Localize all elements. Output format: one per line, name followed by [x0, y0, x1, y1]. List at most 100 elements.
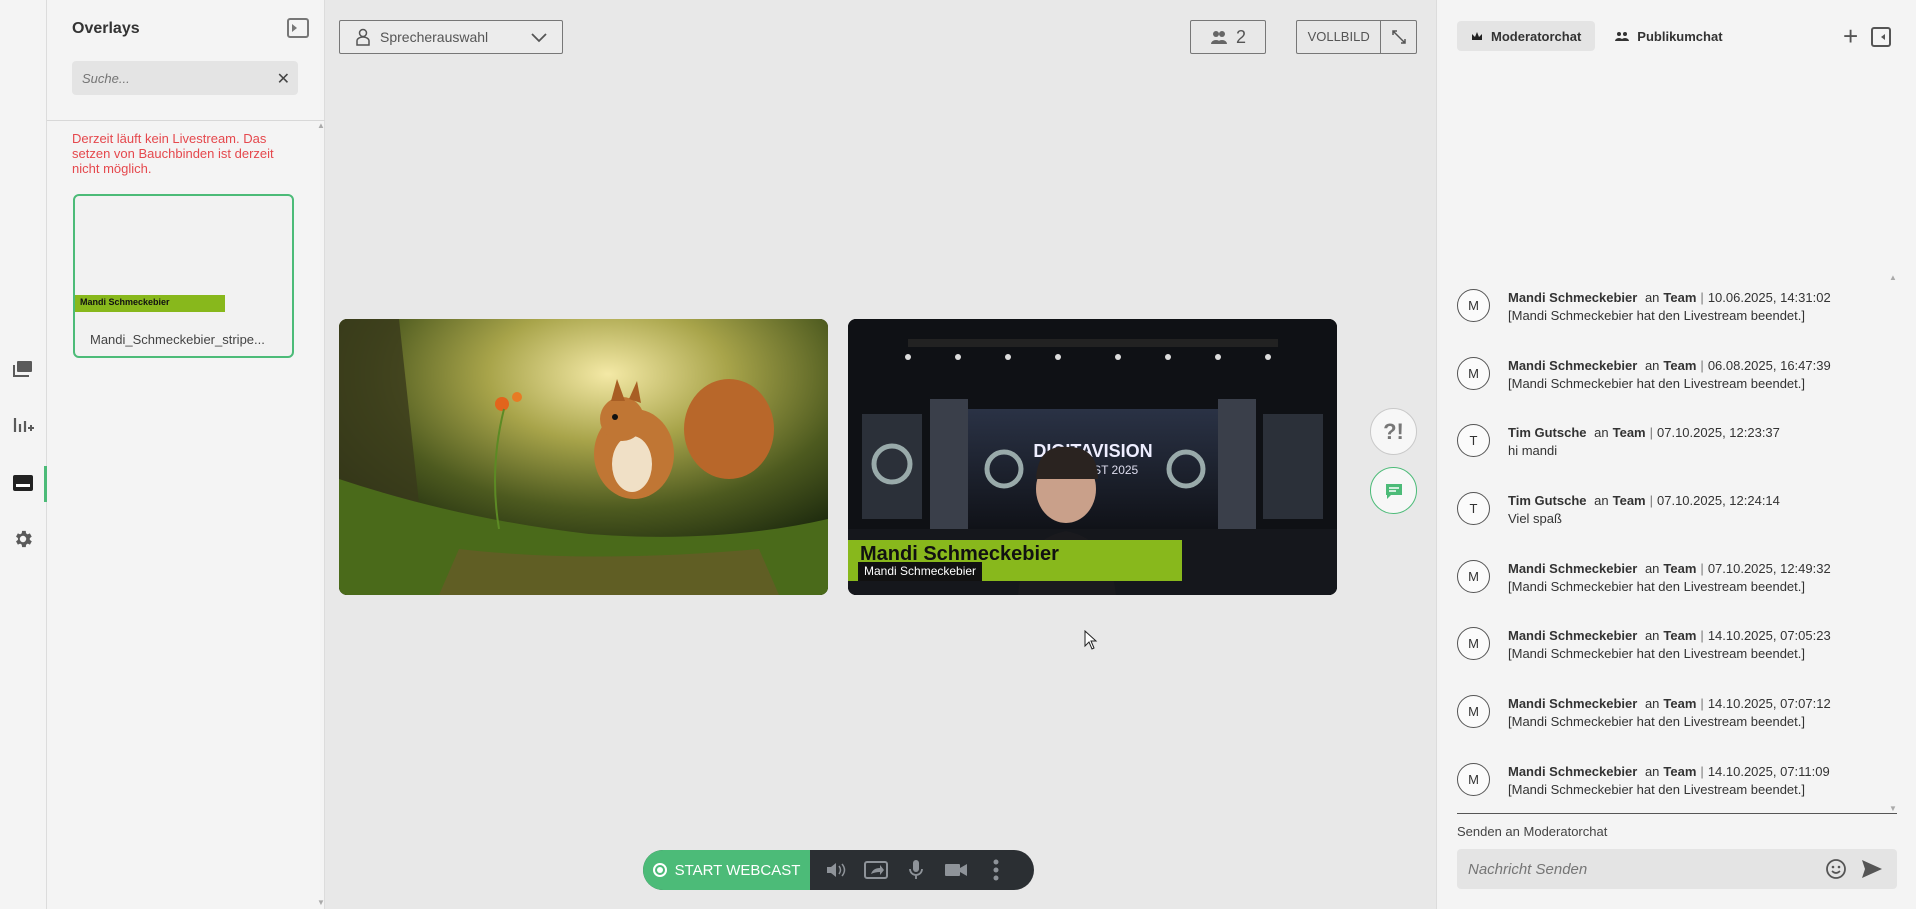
message-input-box — [1457, 849, 1897, 889]
message-to-word: an — [1644, 696, 1660, 712]
message-meta: Mandi Schmeckebier an Team | 06.08.2025, 16… — [1508, 358, 1831, 373]
message-text: [Mandi Schmeckebier hat den Livestream b… — [1508, 646, 1806, 662]
message-target: Team — [1663, 290, 1697, 305]
message-separator: | — [1649, 425, 1653, 441]
participant-count: 2 — [1235, 26, 1246, 47]
avatar: T — [1457, 492, 1490, 526]
message-separator: | — [1700, 763, 1704, 779]
chat-message: M Mandi Schmeckebier an Team | 14.10.2025, 0… — [1457, 758, 1897, 826]
scroll-up-icon[interactable]: ▲ — [317, 121, 325, 130]
volume-icon[interactable] — [816, 850, 856, 890]
scroll-down-icon[interactable]: ▼ — [317, 898, 325, 907]
video-tile-2[interactable]: DIGITAVISION FEST 2025 Mandi Schmeckebie… — [848, 319, 1337, 595]
message-time: 10.06.2025, 14:31:02 — [1707, 290, 1831, 305]
message-meta: Mandi Schmeckebier an Team | 07.10.2025, 12… — [1508, 561, 1831, 576]
layers-icon[interactable] — [10, 356, 36, 382]
avatar: M — [1457, 289, 1490, 322]
gear-icon[interactable] — [10, 526, 36, 552]
chat-scroll-down-icon[interactable]: ▼ — [1889, 804, 1897, 813]
message-time: 07.10.2025, 12:24:14 — [1657, 493, 1780, 509]
avatar: T — [1457, 424, 1490, 458]
audience-icon — [1615, 32, 1630, 41]
message-meta: Mandi Schmeckebier an Team | 14.10.2025, 07… — [1508, 764, 1830, 779]
divider — [1457, 813, 1897, 814]
message-to-word: an — [1594, 425, 1609, 441]
speaker-select-value: Sprecherauswahl — [380, 29, 489, 45]
chat-scroll-up-icon[interactable]: ▲ — [1889, 273, 1897, 282]
microphone-icon[interactable] — [896, 850, 936, 890]
livestream-warning: Derzeit läuft kein Livestream. Das setze… — [72, 131, 274, 176]
camera-icon[interactable] — [936, 850, 976, 890]
avatar: M — [1457, 762, 1490, 796]
message-text: [Mandi Schmeckebier hat den Livestream b… — [1508, 714, 1806, 730]
message-target: Team — [1663, 763, 1697, 779]
message-separator: | — [1700, 357, 1704, 373]
mouse-cursor-icon — [1084, 629, 1098, 655]
message-author: Mandi Schmeckebier — [1508, 290, 1638, 305]
expand-icon[interactable] — [1381, 30, 1416, 44]
tab-moderatorchat-label: Moderatorchat — [1491, 28, 1582, 44]
message-time: 14.10.2025, 07:11:09 — [1707, 763, 1830, 779]
overlay-lower-third-icon[interactable] — [10, 470, 36, 496]
clear-search-icon[interactable]: ✕ — [277, 69, 290, 89]
fullscreen-label: VOLLBILD — [1297, 21, 1382, 53]
send-to-label: Senden an Moderatorchat — [1457, 824, 1608, 839]
chat-tabs: Moderatorchat Publikumchat — [1457, 21, 1737, 51]
avatar: M — [1457, 627, 1490, 661]
emoji-icon[interactable] — [1825, 858, 1847, 885]
lower-third-subtitle: Mandi Schmeckebier — [858, 562, 983, 581]
qa-icon: ?! — [1383, 418, 1404, 444]
video-tile-1[interactable] — [339, 319, 828, 595]
start-webcast-button[interactable]: START WEBCAST — [643, 850, 810, 890]
message-time: 14.10.2025, 07:07:12 — [1707, 696, 1831, 712]
overlays-title: Overlays — [72, 20, 140, 37]
start-webcast-label: START WEBCAST — [674, 861, 801, 879]
overlays-panel: Overlays ✕ ▲ Derzeit läuft kein Livestre… — [47, 0, 325, 909]
message-target: Team — [1612, 425, 1646, 441]
fullscreen-button[interactable]: VOLLBILD — [1296, 20, 1417, 54]
collapse-panel-icon[interactable] — [287, 18, 309, 38]
participants-button[interactable]: 2 — [1190, 20, 1266, 54]
chat-message: M Mandi Schmeckebier an Team | 10.06.2025, 1… — [1457, 284, 1897, 352]
poll-chart-icon[interactable] — [10, 412, 36, 438]
avatar: M — [1457, 356, 1490, 390]
tab-publikumchat[interactable]: Publikumchat — [1601, 21, 1736, 51]
chat-bubble-icon — [1385, 483, 1402, 499]
message-author: Tim Gutsche — [1508, 425, 1587, 441]
message-text: [Mandi Schmeckebier hat den Livestream b… — [1508, 308, 1806, 323]
share-screen-icon[interactable] — [856, 850, 896, 890]
chat-panel: Moderatorchat Publikumchat + ▲ M Mandi Sc… — [1436, 0, 1916, 909]
divider — [47, 120, 325, 121]
message-meta: Mandi Schmeckebier an Team | 10.06.2025, 14… — [1508, 290, 1831, 305]
qa-button[interactable]: ?! — [1370, 408, 1417, 455]
message-separator: | — [1700, 560, 1704, 576]
add-chat-icon[interactable]: + — [1843, 23, 1858, 49]
message-meta: Mandi Schmeckebier an Team | 14.10.2025, 07… — [1508, 628, 1831, 643]
more-options-icon[interactable] — [976, 850, 1016, 890]
tab-publikumchat-label: Publikumchat — [1637, 28, 1723, 44]
message-target: Team — [1663, 696, 1697, 712]
message-time: 07.10.2025, 12:23:37 — [1657, 425, 1780, 441]
message-to-word: an — [1644, 763, 1660, 779]
record-icon — [652, 863, 667, 877]
message-to-word: an — [1644, 290, 1660, 305]
overlay-stripe-preview: Mandi Schmeckebier — [75, 295, 225, 312]
message-input[interactable] — [1457, 849, 1817, 889]
overlay-card[interactable]: Mandi Schmeckebier Mandi_Schmeckebier_st… — [73, 194, 294, 358]
chat-message: T Tim Gutsche an Team | 07.10.2025, 12:24:14… — [1457, 487, 1897, 555]
message-target: Team — [1612, 493, 1646, 509]
message-to-word: an — [1644, 357, 1660, 373]
message-author: Mandi Schmeckebier — [1508, 357, 1638, 373]
send-icon[interactable] — [1861, 859, 1883, 884]
participants-icon — [1210, 31, 1227, 44]
collapse-chat-icon[interactable] — [1871, 27, 1891, 47]
overlay-search-input[interactable] — [72, 61, 252, 95]
avatar: M — [1457, 695, 1490, 729]
speaker-select[interactable]: Sprecherauswahl — [339, 20, 563, 54]
message-author: Mandi Schmeckebier — [1508, 560, 1638, 576]
message-meta: Mandi Schmeckebier an Team | 14.10.2025, 07… — [1508, 696, 1831, 711]
chat-toggle-button[interactable] — [1370, 467, 1417, 514]
message-time: 14.10.2025, 07:05:23 — [1707, 628, 1831, 644]
tab-moderatorchat[interactable]: Moderatorchat — [1457, 21, 1596, 51]
message-list: M Mandi Schmeckebier an Team | 10.06.2025, 1… — [1457, 284, 1897, 826]
